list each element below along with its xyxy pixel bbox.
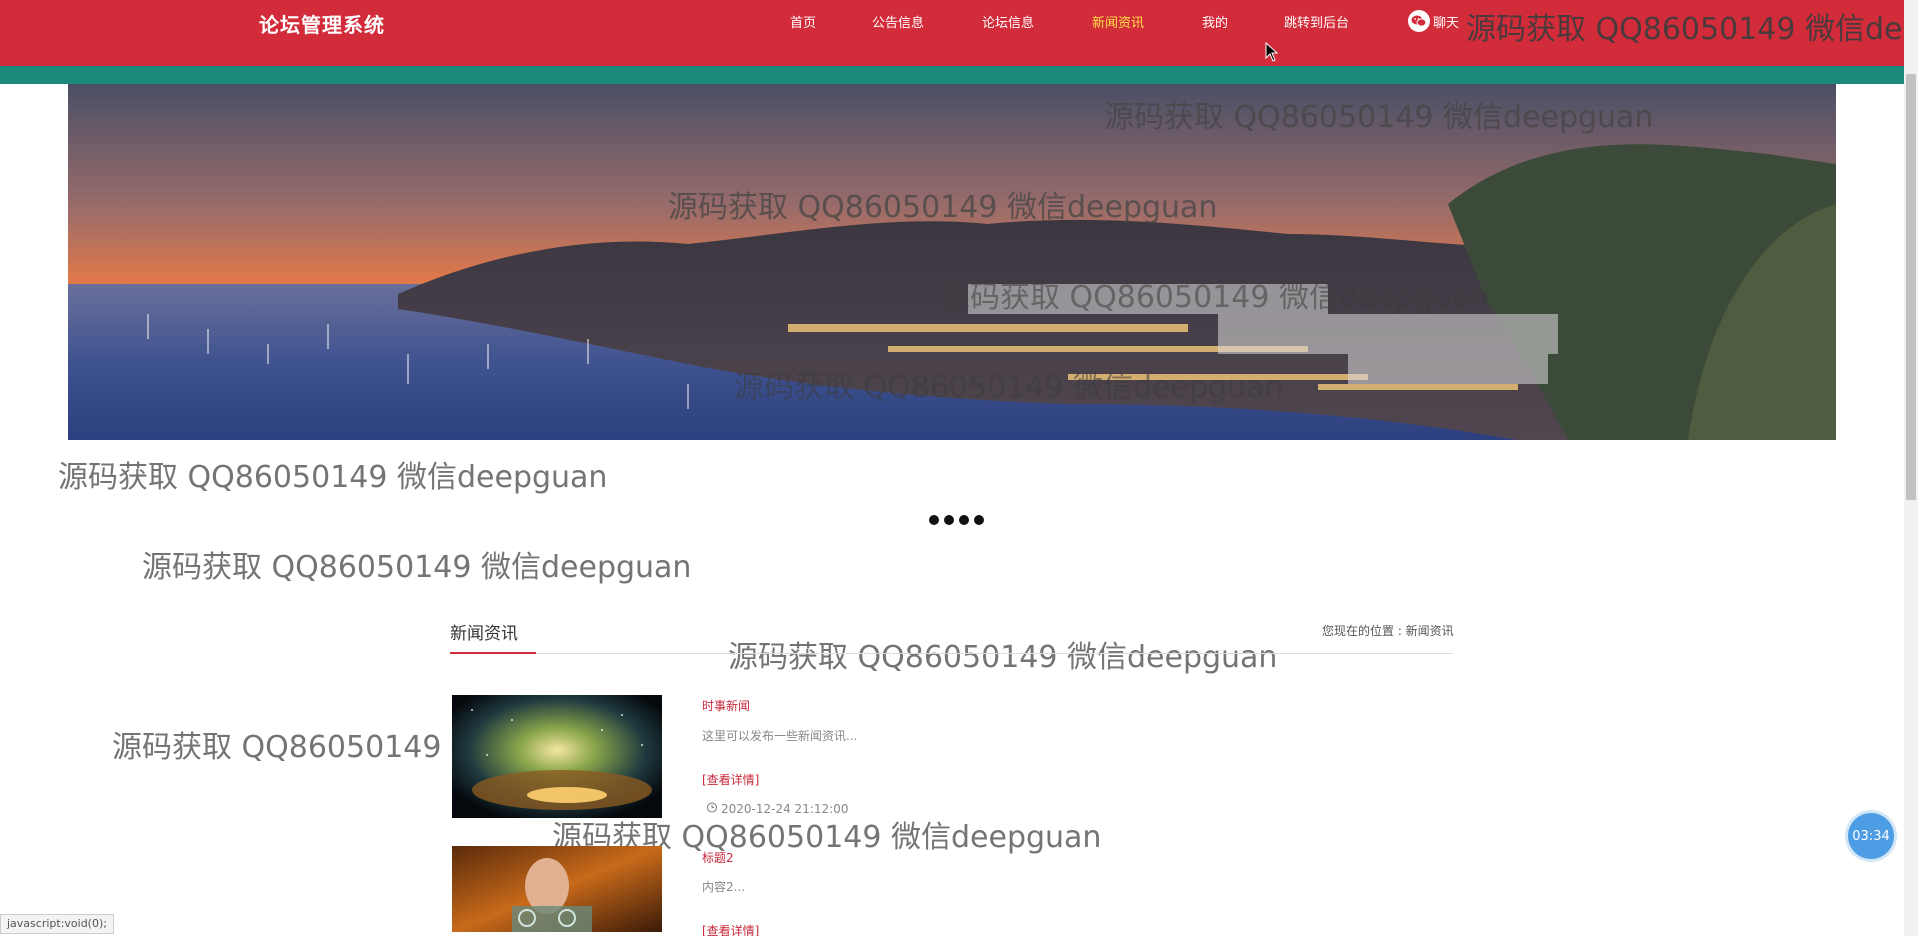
view-details-link[interactable]: [查看详情] [702,771,759,788]
mouse-cursor-icon [1265,41,1279,66]
carousel-indicators [929,515,984,525]
watermark: 源码获取 QQ86050149 微信deepguan [668,190,1218,225]
scrollbar-thumb[interactable] [1906,74,1916,500]
breadcrumb: 您现在的位置 : 新闻资讯 [1322,624,1454,638]
news-summary: 这里可以发布一些新闻资讯... [702,729,858,743]
section-title: 新闻资讯 [450,624,518,644]
view-details-link[interactable]: [查看详情] [702,922,759,936]
news-thumbnail[interactable] [452,846,662,932]
chat-label: 聊天 [1433,15,1460,31]
carousel-dot[interactable] [929,515,939,525]
watermark: 源码获取 QQ86050149 微信deepguan [142,550,692,585]
watermark: 源码获取 QQ86050149 微信deepguan [58,460,608,495]
wechat-icon [1408,10,1430,32]
news-title[interactable]: 时事新闻 [702,697,750,714]
site-title: 论坛管理系统 [259,13,385,37]
nav-forum[interactable]: 论坛信息 [982,12,1034,31]
section-underline [450,652,536,654]
watermark: 源码获取 QQ86050149 微信deepguan [734,370,1284,405]
carousel-dot[interactable] [959,515,969,525]
carousel-dot[interactable] [974,515,984,525]
nav-home[interactable]: 首页 [790,12,816,31]
nav-news[interactable]: 新闻资讯 [1092,12,1144,31]
floating-timer[interactable]: 03:34 [1848,813,1894,859]
chat-button[interactable]: 聊天 [1408,10,1459,32]
news-thumbnail[interactable] [452,695,662,818]
watermark: 源码获取 QQ86050149 微信deepguan [940,280,1490,315]
browser-status-bar: javascript:void(0); [0,914,114,934]
news-summary: 内容2... [702,880,746,894]
accent-bar [0,66,1918,84]
watermark-header: 源码获取 QQ86050149 微信deep [1466,12,1918,47]
nav-mine[interactable]: 我的 [1202,12,1228,31]
watermark: 源码获取 QQ86050149 微信deepguan [728,640,1278,675]
carousel-dot[interactable] [944,515,954,525]
news-title[interactable]: 标题2 [702,849,734,866]
news-date: 2020-12-24 21:12:00 [706,801,848,816]
nav-announcements[interactable]: 公告信息 [872,12,924,31]
clock-icon [706,801,718,816]
nav-admin[interactable]: 跳转到后台 [1284,12,1349,31]
news-date-text: 2020-12-24 21:12:00 [721,801,849,816]
watermark: 源码获取 QQ86050149 微信deepguan [1104,100,1654,135]
section-divider [450,653,1453,654]
